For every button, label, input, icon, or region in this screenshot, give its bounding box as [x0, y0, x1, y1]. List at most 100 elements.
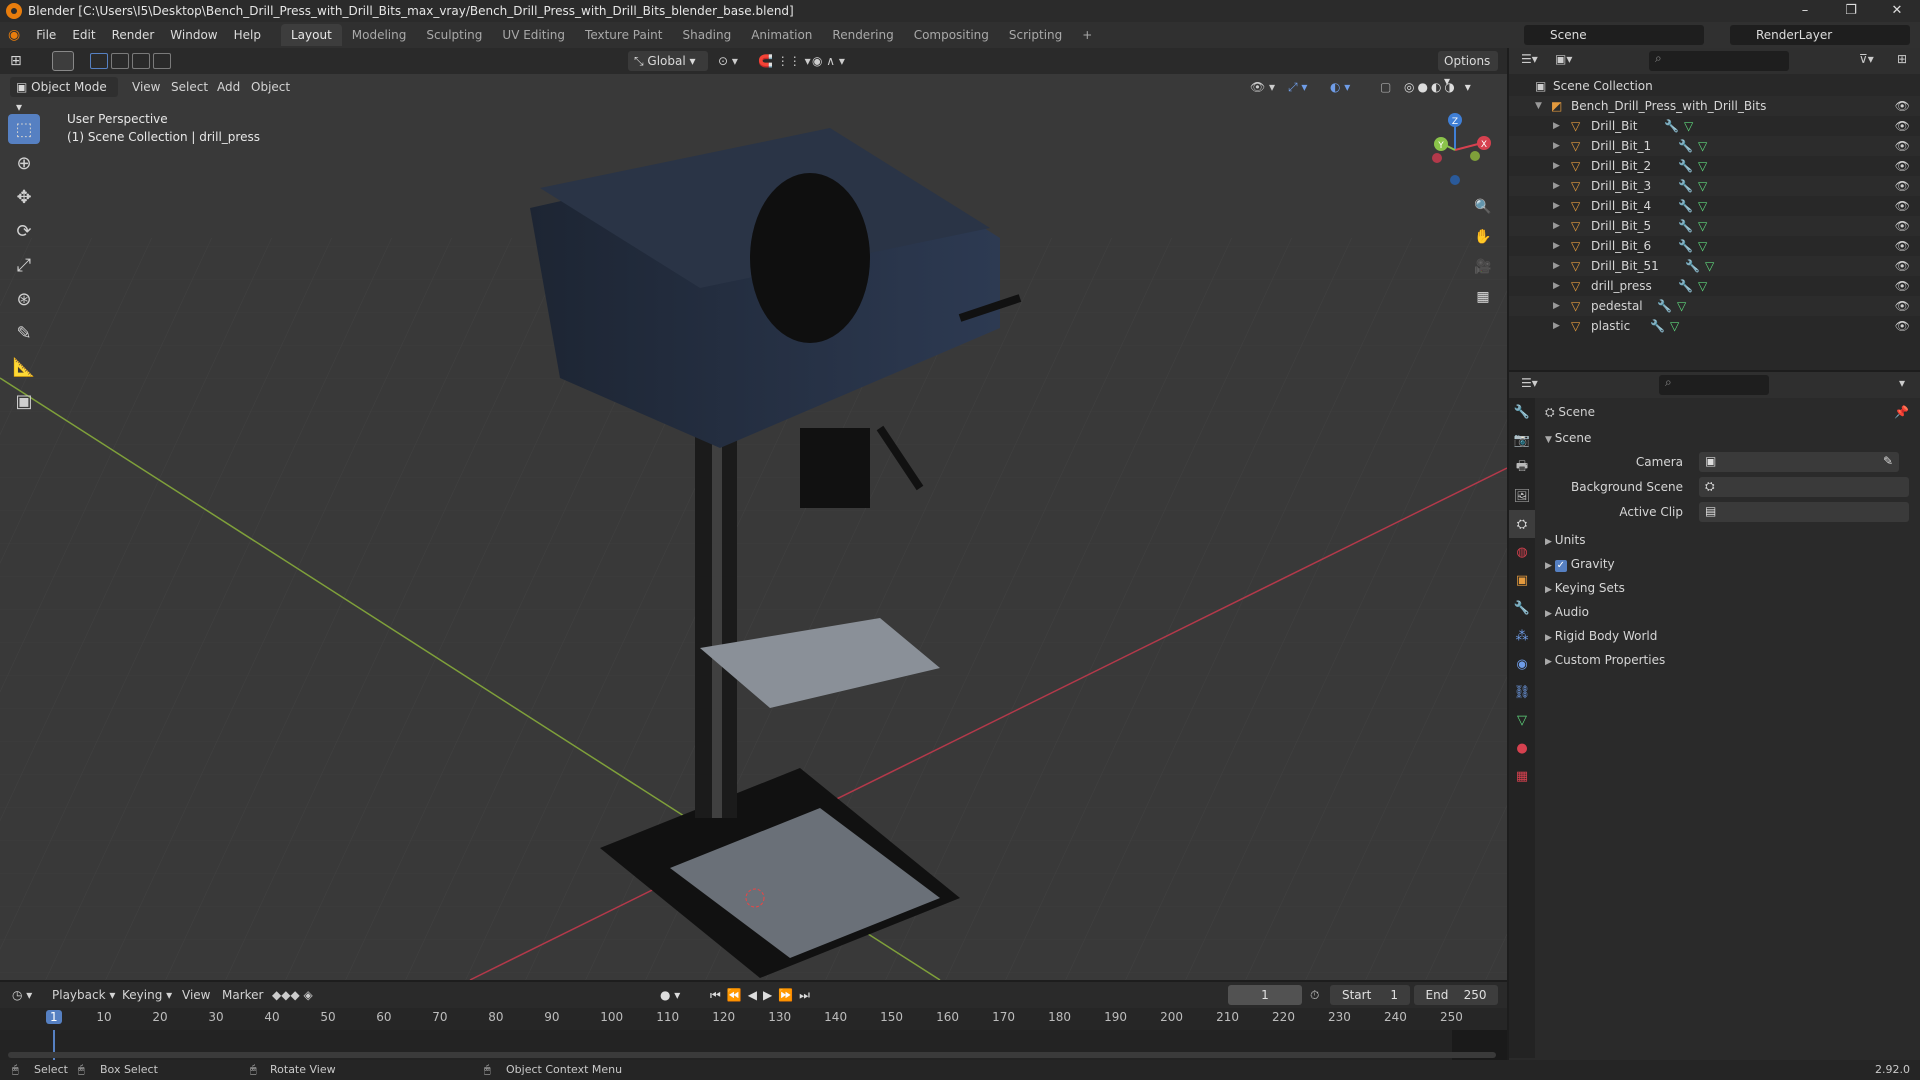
tab-scripting[interactable]: Scripting	[999, 24, 1072, 46]
blender-menu-icon[interactable]: ◉	[0, 22, 28, 48]
outliner-editor-icon[interactable]: ☰▾	[1521, 52, 1538, 66]
expand-object-icon[interactable]: ▶	[1553, 156, 1560, 176]
mesh-data-icon[interactable]: ▽	[1698, 156, 1707, 176]
outliner-object-row[interactable]: ▶ ▽ Drill_Bit_51 🔧 ▽ 👁	[1509, 256, 1920, 276]
rotate-tool-icon[interactable]: ⟳	[8, 216, 40, 246]
visibility-eye-icon[interactable]: 👁	[1895, 116, 1910, 136]
visibility-eye-icon[interactable]: 👁	[1895, 236, 1910, 256]
expand-object-icon[interactable]: ▶	[1553, 176, 1560, 196]
outliner-object-row[interactable]: ▶ ▽ Drill_Bit_2 🔧 ▽ 👁	[1509, 156, 1920, 176]
texture-tab-icon[interactable]: ▦	[1509, 762, 1535, 790]
add-cube-tool-icon[interactable]: ▣	[8, 386, 40, 416]
outliner-search-input[interactable]: ⌕	[1649, 51, 1789, 71]
visibility-eye-icon[interactable]: 👁	[1895, 176, 1910, 196]
menu-object[interactable]: Object	[251, 74, 290, 100]
menu-help[interactable]: Help	[226, 22, 269, 48]
proportional-edit-icon[interactable]: ◉ ∧ ▾	[812, 48, 845, 74]
annotate-tool-icon[interactable]: ✎	[8, 318, 40, 348]
expand-object-icon[interactable]: ▶	[1553, 116, 1560, 136]
modifier-icon[interactable]: 🔧	[1685, 256, 1700, 276]
tab-uv-editing[interactable]: UV Editing	[492, 24, 575, 46]
visibility-eye-icon[interactable]: 👁	[1895, 196, 1910, 216]
transform-orientation-dropdown[interactable]: ⤡ Global ▾	[628, 51, 708, 71]
maximize-button[interactable]: ❐	[1828, 0, 1874, 22]
modifier-icon[interactable]: 🔧	[1678, 216, 1693, 236]
modifier-icon[interactable]: 🔧	[1664, 116, 1679, 136]
xray-icon[interactable]: ▢	[1380, 74, 1391, 100]
visibility-eye-icon[interactable]: 👁	[1895, 216, 1910, 236]
minimize-button[interactable]: –	[1782, 0, 1828, 22]
camera-view-icon[interactable]: 🎥	[1470, 254, 1496, 280]
pan-hand-icon[interactable]: ✋	[1470, 224, 1496, 250]
properties-editor-icon[interactable]: ☰▾	[1521, 376, 1538, 390]
subpanel-header[interactable]: ▶ Audio	[1545, 602, 1915, 624]
menu-add[interactable]: Add	[217, 74, 240, 100]
tab-animation[interactable]: Animation	[741, 24, 822, 46]
menu-edit[interactable]: Edit	[64, 22, 103, 48]
menu-playback[interactable]: Playback ▾	[52, 982, 115, 1008]
outliner-object-row[interactable]: ▶ ▽ plastic 🔧 ▽ 👁	[1509, 316, 1920, 336]
new-collection-icon[interactable]: ⊞	[1897, 52, 1907, 66]
tool-tab-icon[interactable]: 🔧	[1509, 398, 1535, 426]
outliner-object-row[interactable]: ▶ ▽ Drill_Bit_6 🔧 ▽ 👁	[1509, 236, 1920, 256]
keyframe-icons[interactable]: ◆◆◆ ◈	[272, 982, 313, 1008]
constraints-tab-icon[interactable]: ⛓	[1509, 678, 1535, 706]
tab-texture-paint[interactable]: Texture Paint	[575, 24, 672, 46]
expand-object-icon[interactable]: ▶	[1553, 216, 1560, 236]
mesh-data-icon[interactable]: ▽	[1698, 216, 1707, 236]
render-layer-selector[interactable]: RenderLayer	[1730, 25, 1910, 45]
options-dropdown[interactable]: Options ▾	[1438, 51, 1498, 88]
current-frame-field[interactable]: 1	[1228, 985, 1302, 1005]
mesh-data-icon[interactable]: ▽	[1670, 316, 1679, 336]
modifier-icon[interactable]: 🔧	[1678, 196, 1693, 216]
preview-range-icon[interactable]: ⏱	[1310, 982, 1319, 1008]
outliner-collection-row[interactable]: ▼ ◩ Bench_Drill_Press_with_Drill_Bits 👁	[1509, 96, 1920, 116]
properties-options-icon[interactable]: ▾	[1899, 376, 1905, 390]
scene-panel-header[interactable]: ▼ Scene	[1545, 428, 1591, 450]
tab-compositing[interactable]: Compositing	[904, 24, 999, 46]
expand-object-icon[interactable]: ▶	[1553, 316, 1560, 336]
tab-rendering[interactable]: Rendering	[822, 24, 903, 46]
end-frame-field[interactable]: End 250	[1414, 985, 1498, 1005]
menu-select[interactable]: Select	[171, 74, 208, 100]
menu-file[interactable]: File	[28, 22, 64, 48]
subpanel-header[interactable]: ▶ ✓ Gravity	[1545, 554, 1915, 576]
subpanel-header[interactable]: ▶ Rigid Body World	[1545, 626, 1915, 648]
timeline-area[interactable]: 1 10 20 30 40 50 60 70 80 90 100 110 120 130 140 150 160…	[0, 1008, 1507, 1060]
outliner-object-row[interactable]: ▶ ▽ drill_press 🔧 ▽ 👁	[1509, 276, 1920, 296]
navigation-gizmo[interactable]: Z Y X	[1415, 110, 1495, 190]
outliner-object-row[interactable]: ▶ ▽ Drill_Bit_1 🔧 ▽ 👁	[1509, 136, 1920, 156]
visibility-eye-icon[interactable]: 👁	[1895, 296, 1910, 316]
modifier-icon[interactable]: 🔧	[1678, 276, 1693, 296]
outliner-root-row[interactable]: ▣ Scene Collection	[1509, 76, 1920, 96]
output-tab-icon[interactable]: 🖶	[1509, 454, 1535, 482]
modifier-icon[interactable]: 🔧	[1678, 136, 1693, 156]
visibility-eye-icon[interactable]: 👁	[1895, 316, 1910, 336]
mesh-data-icon[interactable]: ▽	[1677, 296, 1686, 316]
modifier-icon[interactable]: 🔧	[1678, 176, 1693, 196]
expand-object-icon[interactable]: ▶	[1553, 296, 1560, 316]
select-tool-icon[interactable]	[52, 51, 74, 71]
gizmo-icon[interactable]: ⤢ ▾	[1288, 74, 1307, 100]
mesh-data-icon[interactable]: ▽	[1705, 256, 1714, 276]
mesh-data-icon[interactable]: ▽	[1698, 176, 1707, 196]
menu-view-timeline[interactable]: View	[182, 982, 210, 1008]
playback-controls-icons[interactable]: ⏮⏪◀▶⏩⏭	[710, 982, 816, 1008]
selection-mode-icons[interactable]	[90, 53, 182, 69]
measure-tool-icon[interactable]: 📐	[8, 352, 40, 382]
physics-tab-icon[interactable]: ◉	[1509, 650, 1535, 678]
select-box-tool-icon[interactable]: ⬚	[8, 114, 40, 144]
mesh-data-icon[interactable]: ▽	[1684, 116, 1693, 136]
modifier-icon[interactable]: 🔧	[1657, 296, 1672, 316]
camera-field[interactable]: ▣ ✎	[1699, 452, 1899, 472]
record-icon[interactable]: ● ▾	[660, 982, 680, 1008]
modifier-tab-icon[interactable]: 🔧	[1509, 594, 1535, 622]
tab-sculpting[interactable]: Sculpting	[416, 24, 492, 46]
scale-tool-icon[interactable]: ⤢	[8, 250, 40, 280]
mode-dropdown[interactable]: ▣ Object Mode ▾	[10, 77, 118, 114]
zoom-icon[interactable]: 🔍	[1470, 194, 1496, 220]
expand-object-icon[interactable]: ▶	[1553, 236, 1560, 256]
pin-icon[interactable]: 📌	[1894, 402, 1909, 422]
background-scene-field[interactable]: ⛭	[1699, 477, 1909, 497]
modifier-icon[interactable]: 🔧	[1650, 316, 1665, 336]
